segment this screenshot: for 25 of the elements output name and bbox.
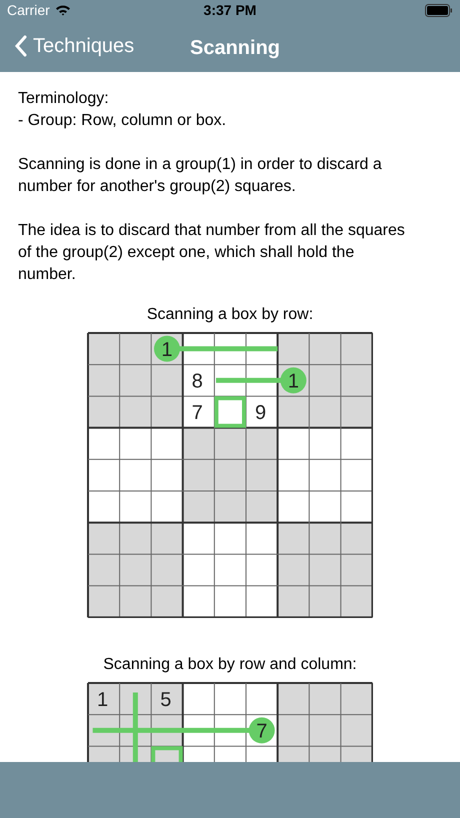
diagram-caption: Scanning a box by row and column: [102, 655, 358, 676]
body-text: - Group: Row, column or box. [18, 111, 228, 131]
body-text: Scanning is done in a group(1) in order to discard a [18, 155, 383, 175]
battery-icon [424, 4, 453, 16]
back-button[interactable]: Techniques [0, 31, 134, 61]
wifi-icon [54, 4, 71, 16]
diagram-caption: Scanning a box by row: [146, 305, 314, 325]
grid-digit: 7 [192, 402, 203, 424]
body-text: number for another's group(2) squares. [18, 177, 297, 197]
grid-digit: 9 [255, 402, 266, 424]
screen-title: Scanning [190, 36, 280, 61]
body-text: number. [18, 265, 77, 285]
body-text: of the group(2) except one, which shall hold the [18, 243, 356, 263]
circled-number: 1 [154, 336, 180, 362]
chevron-left-icon [14, 35, 27, 57]
grid-digit: 5 [160, 689, 172, 712]
body-text: The idea is to discard that number from all the squares [18, 221, 406, 241]
circled-number: 7 [248, 718, 275, 744]
grid-digit: 8 [192, 370, 203, 393]
grid-digit: 1 [97, 689, 108, 712]
highlight-square [214, 396, 246, 428]
status-time: 3:37 PM [204, 0, 256, 20]
carrier-label: Carrier [7, 0, 50, 20]
circled-number: 1 [280, 367, 306, 394]
body-text: Terminology: [18, 89, 110, 109]
